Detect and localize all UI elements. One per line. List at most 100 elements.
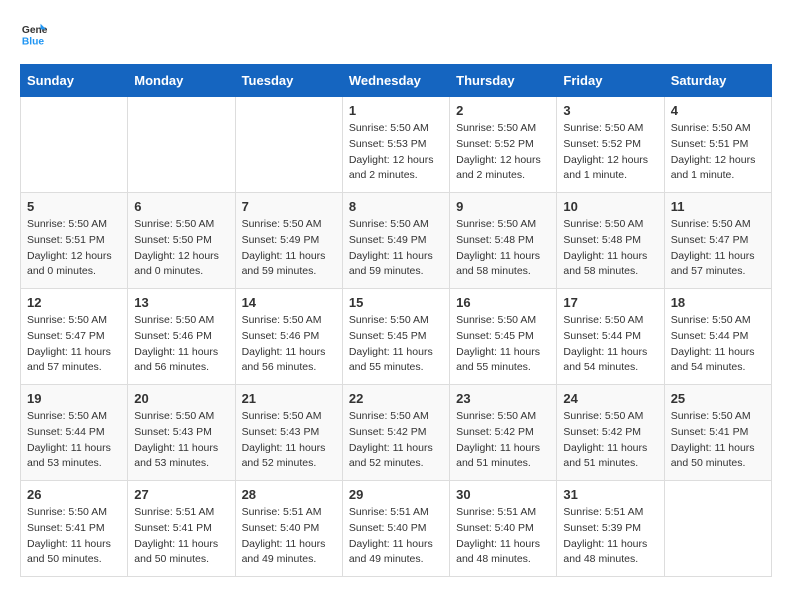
day-info: Sunrise: 5:50 AM Sunset: 5:51 PM Dayligh… (671, 121, 765, 184)
calendar-day-cell: 26 Sunrise: 5:50 AM Sunset: 5:41 PM Dayli… (21, 481, 128, 577)
calendar-week-row: 1Sunrise: 5:50 AM Sunset: 5:53 PM Daylig… (21, 97, 772, 193)
day-info: Sunrise: 5:50 AM Sunset: 5:48 PM Dayligh… (563, 217, 657, 280)
day-number: 14 (242, 295, 336, 310)
calendar-week-row: 19 Sunrise: 5:50 AM Sunset: 5:44 PM Dayli… (21, 385, 772, 481)
calendar-day-cell: 23 Sunrise: 5:50 AM Sunset: 5:42 PM Dayli… (450, 385, 557, 481)
svg-text:General: General (22, 25, 48, 36)
day-info: Sunrise: 5:51 AM Sunset: 5:39 PM Dayligh… (563, 505, 657, 568)
day-number: 19 (27, 391, 121, 406)
day-number: 5 (27, 199, 121, 214)
day-info: Sunrise: 5:51 AM Sunset: 5:41 PM Dayligh… (134, 505, 228, 568)
day-number: 10 (563, 199, 657, 214)
day-number: 8 (349, 199, 443, 214)
day-number: 11 (671, 199, 765, 214)
weekday-header-cell: Monday (128, 65, 235, 97)
weekday-header-cell: Sunday (21, 65, 128, 97)
calendar-day-cell: 6 Sunrise: 5:50 AM Sunset: 5:50 PM Daylig… (128, 193, 235, 289)
calendar-day-cell: 29 Sunrise: 5:51 AM Sunset: 5:40 PM Dayli… (342, 481, 449, 577)
day-info: Sunrise: 5:50 AM Sunset: 5:42 PM Dayligh… (563, 409, 657, 472)
day-info: Sunrise: 5:50 AM Sunset: 5:43 PM Dayligh… (242, 409, 336, 472)
day-info: Sunrise: 5:50 AM Sunset: 5:42 PM Dayligh… (456, 409, 550, 472)
day-number: 4 (671, 103, 765, 118)
calendar-day-cell: 30Sunrise: 5:51 AM Sunset: 5:40 PM Dayli… (450, 481, 557, 577)
calendar-day-cell: 28 Sunrise: 5:51 AM Sunset: 5:40 PM Dayli… (235, 481, 342, 577)
day-info: Sunrise: 5:50 AM Sunset: 5:48 PM Dayligh… (456, 217, 550, 280)
calendar-day-cell: 19 Sunrise: 5:50 AM Sunset: 5:44 PM Dayli… (21, 385, 128, 481)
day-number: 22 (349, 391, 443, 406)
page-header: General Blue (20, 20, 772, 48)
calendar-day-cell: 27 Sunrise: 5:51 AM Sunset: 5:41 PM Dayli… (128, 481, 235, 577)
day-number: 29 (349, 487, 443, 502)
day-info: Sunrise: 5:51 AM Sunset: 5:40 PM Dayligh… (349, 505, 443, 568)
calendar-day-cell: 4 Sunrise: 5:50 AM Sunset: 5:51 PM Daylig… (664, 97, 771, 193)
day-number: 3 (563, 103, 657, 118)
calendar-day-cell: 24Sunrise: 5:50 AM Sunset: 5:42 PM Dayli… (557, 385, 664, 481)
calendar-day-cell: 25Sunrise: 5:50 AM Sunset: 5:41 PM Dayli… (664, 385, 771, 481)
calendar-day-cell: 7 Sunrise: 5:50 AM Sunset: 5:49 PM Daylig… (235, 193, 342, 289)
day-number: 2 (456, 103, 550, 118)
day-info: Sunrise: 5:50 AM Sunset: 5:49 PM Dayligh… (349, 217, 443, 280)
calendar-day-cell: 12 Sunrise: 5:50 AM Sunset: 5:47 PM Dayli… (21, 289, 128, 385)
day-info: Sunrise: 5:50 AM Sunset: 5:44 PM Dayligh… (563, 313, 657, 376)
day-info: Sunrise: 5:50 AM Sunset: 5:42 PM Dayligh… (349, 409, 443, 472)
day-number: 28 (242, 487, 336, 502)
weekday-header-cell: Wednesday (342, 65, 449, 97)
weekday-header-cell: Saturday (664, 65, 771, 97)
calendar-day-cell: 9 Sunrise: 5:50 AM Sunset: 5:48 PM Daylig… (450, 193, 557, 289)
calendar-day-cell: 14 Sunrise: 5:50 AM Sunset: 5:46 PM Dayli… (235, 289, 342, 385)
svg-text:Blue: Blue (22, 36, 45, 47)
day-info: Sunrise: 5:51 AM Sunset: 5:40 PM Dayligh… (242, 505, 336, 568)
calendar-day-cell: 11Sunrise: 5:50 AM Sunset: 5:47 PM Dayli… (664, 193, 771, 289)
day-info: Sunrise: 5:50 AM Sunset: 5:52 PM Dayligh… (456, 121, 550, 184)
day-number: 7 (242, 199, 336, 214)
day-info: Sunrise: 5:50 AM Sunset: 5:45 PM Dayligh… (349, 313, 443, 376)
calendar-day-cell: 16Sunrise: 5:50 AM Sunset: 5:45 PM Dayli… (450, 289, 557, 385)
weekday-header-cell: Thursday (450, 65, 557, 97)
weekday-header-row: SundayMondayTuesdayWednesdayThursdayFrid… (21, 65, 772, 97)
calendar-day-cell: 1Sunrise: 5:50 AM Sunset: 5:53 PM Daylig… (342, 97, 449, 193)
day-number: 6 (134, 199, 228, 214)
calendar-week-row: 26 Sunrise: 5:50 AM Sunset: 5:41 PM Dayli… (21, 481, 772, 577)
day-number: 26 (27, 487, 121, 502)
calendar-table: SundayMondayTuesdayWednesdayThursdayFrid… (20, 64, 772, 577)
day-number: 17 (563, 295, 657, 310)
day-number: 18 (671, 295, 765, 310)
calendar-week-row: 5 Sunrise: 5:50 AM Sunset: 5:51 PM Daylig… (21, 193, 772, 289)
day-info: Sunrise: 5:50 AM Sunset: 5:44 PM Dayligh… (671, 313, 765, 376)
logo: General Blue (20, 20, 52, 48)
calendar-day-cell (21, 97, 128, 193)
calendar-day-cell: 3 Sunrise: 5:50 AM Sunset: 5:52 PM Daylig… (557, 97, 664, 193)
calendar-day-cell: 21 Sunrise: 5:50 AM Sunset: 5:43 PM Dayli… (235, 385, 342, 481)
day-info: Sunrise: 5:50 AM Sunset: 5:50 PM Dayligh… (134, 217, 228, 280)
calendar-day-cell: 20Sunrise: 5:50 AM Sunset: 5:43 PM Dayli… (128, 385, 235, 481)
calendar-week-row: 12 Sunrise: 5:50 AM Sunset: 5:47 PM Dayli… (21, 289, 772, 385)
calendar-day-cell: 15Sunrise: 5:50 AM Sunset: 5:45 PM Dayli… (342, 289, 449, 385)
day-info: Sunrise: 5:50 AM Sunset: 5:43 PM Dayligh… (134, 409, 228, 472)
day-info: Sunrise: 5:50 AM Sunset: 5:49 PM Dayligh… (242, 217, 336, 280)
calendar-day-cell: 17 Sunrise: 5:50 AM Sunset: 5:44 PM Dayli… (557, 289, 664, 385)
day-number: 12 (27, 295, 121, 310)
weekday-header-cell: Friday (557, 65, 664, 97)
day-number: 21 (242, 391, 336, 406)
day-info: Sunrise: 5:51 AM Sunset: 5:40 PM Dayligh… (456, 505, 550, 568)
day-info: Sunrise: 5:50 AM Sunset: 5:51 PM Dayligh… (27, 217, 121, 280)
calendar-body: 1Sunrise: 5:50 AM Sunset: 5:53 PM Daylig… (21, 97, 772, 577)
day-number: 23 (456, 391, 550, 406)
day-info: Sunrise: 5:50 AM Sunset: 5:46 PM Dayligh… (242, 313, 336, 376)
day-number: 16 (456, 295, 550, 310)
day-number: 27 (134, 487, 228, 502)
day-info: Sunrise: 5:50 AM Sunset: 5:47 PM Dayligh… (27, 313, 121, 376)
calendar-day-cell: 22 Sunrise: 5:50 AM Sunset: 5:42 PM Dayli… (342, 385, 449, 481)
calendar-day-cell: 13Sunrise: 5:50 AM Sunset: 5:46 PM Dayli… (128, 289, 235, 385)
calendar-day-cell: 5 Sunrise: 5:50 AM Sunset: 5:51 PM Daylig… (21, 193, 128, 289)
logo-icon: General Blue (20, 20, 48, 48)
day-info: Sunrise: 5:50 AM Sunset: 5:41 PM Dayligh… (27, 505, 121, 568)
day-info: Sunrise: 5:50 AM Sunset: 5:44 PM Dayligh… (27, 409, 121, 472)
day-info: Sunrise: 5:50 AM Sunset: 5:52 PM Dayligh… (563, 121, 657, 184)
weekday-header-cell: Tuesday (235, 65, 342, 97)
day-number: 9 (456, 199, 550, 214)
calendar-day-cell (664, 481, 771, 577)
day-info: Sunrise: 5:50 AM Sunset: 5:41 PM Dayligh… (671, 409, 765, 472)
calendar-day-cell (235, 97, 342, 193)
day-number: 13 (134, 295, 228, 310)
